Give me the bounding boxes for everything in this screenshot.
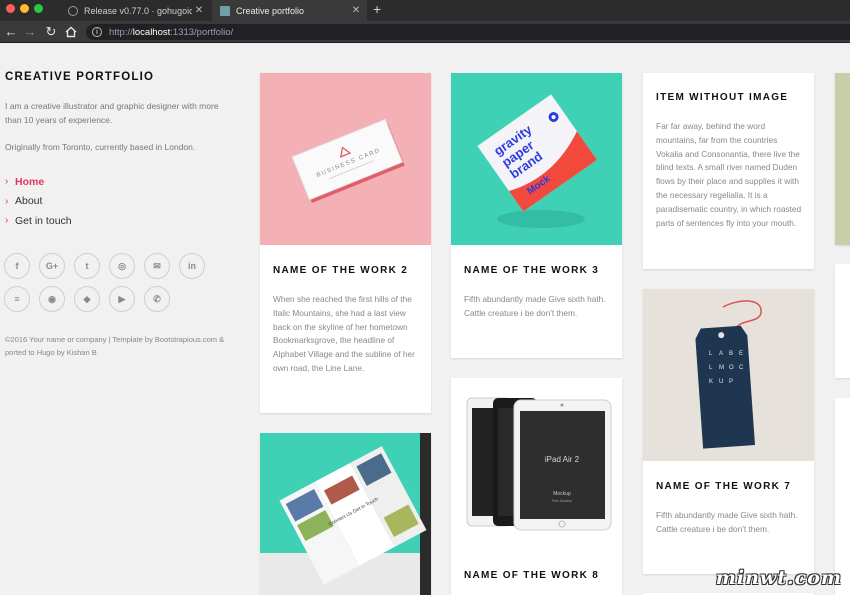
ipad-sub2: Free Mockup [552, 499, 572, 503]
portfolio-card-no-image[interactable]: ITEM WITHOUT IMAGE Far far away, behind … [643, 73, 814, 269]
nav-item-home[interactable]: › Home [5, 172, 72, 192]
window-zoom-button[interactable] [34, 4, 43, 13]
ipad-label: iPad Air 2 [545, 455, 580, 464]
portfolio-card-partial-4c[interactable] [835, 398, 850, 595]
label-tag-image[interactable]: LABELMOCKUP [643, 289, 814, 461]
nav-label: Home [15, 175, 45, 188]
footer-credit: ©2016 Your name or company | Template by… [5, 335, 225, 357]
github-icon[interactable]: ◉ [39, 286, 65, 312]
ipad-mockup: iPad Air 2 Mockup Free Mockup [466, 397, 612, 531]
url-host: localhost [132, 26, 171, 38]
portfolio-card-brochure[interactable]: Connect Us Get in Touch [260, 433, 431, 595]
tag-letter: B [729, 351, 733, 357]
google-plus-icon[interactable]: G+ [39, 253, 65, 279]
window-close-button[interactable] [6, 4, 15, 13]
instagram-icon[interactable]: ◎ [109, 253, 135, 279]
main-nav: › Home › About › Get in touch [5, 172, 72, 231]
forward-arrow-icon[interactable]: → [22, 24, 38, 40]
twitter-icon[interactable]: t [74, 253, 100, 279]
browser-tab-bar: Release v0.77.0 · gohugoio/hugo ✕ Creati… [0, 0, 850, 21]
portfolio-card-work-8[interactable]: iPad Air 2 Mockup Free Mockup NAME OF TH… [451, 378, 622, 595]
tab-title: Release v0.77.0 · gohugoio/hugo [84, 5, 192, 16]
nav-label: Get in touch [15, 214, 72, 227]
portfolio-card-partial-4b[interactable] [835, 264, 850, 378]
brochure-mockup: Connect Us Get in Touch [260, 433, 431, 595]
gitlab-icon[interactable]: ◆ [74, 286, 100, 312]
business-card-mockup: BUSINESS CARD [291, 118, 405, 203]
github-icon [68, 5, 78, 16]
url-path: :1313/portfolio/ [170, 26, 234, 38]
chevron-right-icon: › [5, 195, 9, 207]
card-title[interactable]: NAME OF THE WORK 8 [451, 570, 622, 581]
watermark: minwt.com [715, 567, 842, 589]
home-icon[interactable] [63, 24, 79, 40]
ipad-sub: Mockup [553, 491, 571, 497]
card-title[interactable]: NAME OF THE WORK 7 [643, 481, 814, 492]
tag-letter: M [719, 365, 724, 371]
portfolio-card-work-2[interactable]: BUSINESS CARD NAME OF THE WORK 2 When sh… [260, 73, 431, 413]
close-icon[interactable]: ✕ [192, 5, 206, 16]
back-arrow-icon[interactable]: ← [3, 24, 19, 40]
card-description: Fifth abundantly made Give sixth hath. C… [656, 510, 798, 534]
nav-item-get-in-touch[interactable]: › Get in touch [5, 211, 72, 231]
url-protocol: http:// [109, 26, 133, 38]
portfolio-card-work-7[interactable]: LABELMOCKUP NAME OF THE WORK 7 Fifth abu… [643, 289, 814, 574]
card-title[interactable]: NAME OF THE WORK 3 [451, 265, 622, 276]
tab-release[interactable]: Release v0.77.0 · gohugoio/hugo ✕ [60, 0, 210, 21]
paper-brand-mockup: gravity paper brand Mock [477, 94, 598, 228]
portfolio-card-work-3[interactable]: gravity paper brand Mock NAME OF THE WOR… [451, 73, 622, 358]
label-tag-mockup: L A B EL M O CK U P [695, 300, 762, 449]
address-bar[interactable]: i http://localhost:1313/portfolio/ [86, 24, 850, 40]
email-icon[interactable]: ✉ [144, 253, 170, 279]
sidebar: CREATIVE PORTFOLIO I am a creative illus… [0, 43, 240, 595]
info-icon[interactable]: i [92, 27, 102, 37]
bio-text: I am a creative illustrator and graphic … [5, 101, 219, 125]
card-title[interactable]: ITEM WITHOUT IMAGE [643, 92, 814, 103]
tag-letter: U [719, 379, 723, 385]
window-minimize-button[interactable] [20, 4, 29, 13]
reload-icon[interactable]: ↻ [43, 24, 59, 40]
whatsapp-icon[interactable]: ✆ [144, 286, 170, 312]
tab-creative-portfolio[interactable]: Creative portfolio ✕ [212, 0, 367, 21]
chevron-right-icon: › [5, 215, 9, 227]
tag-letter: E [739, 351, 743, 357]
youtube-icon[interactable]: ▶ [109, 286, 135, 312]
business-card-image[interactable]: BUSINESS CARD [260, 73, 431, 245]
tag-letter: P [729, 379, 733, 385]
portfolio-card-partial-4a[interactable] [835, 73, 850, 245]
tag-letter: O [729, 365, 734, 371]
card-description: Fifth abundantly made Give sixth hath. C… [464, 294, 606, 318]
browser-toolbar: ← → ↻ i http://localhost:1313/portfolio/ [0, 21, 850, 43]
facebook-icon[interactable]: f [4, 253, 30, 279]
origin-text: Originally from Toronto, currently based… [5, 142, 196, 152]
chevron-right-icon: › [5, 176, 9, 188]
nav-item-about[interactable]: › About [5, 192, 72, 212]
card-description: When she reached the first hills of the … [273, 294, 415, 373]
linkedin-icon[interactable]: in [179, 253, 205, 279]
tag-letter: K [709, 379, 713, 385]
gravity-paper-image[interactable]: gravity paper brand Mock [451, 73, 622, 245]
new-tab-button[interactable]: + [373, 1, 381, 17]
nav-label: About [15, 195, 43, 208]
card-description: Far far away, behind the word mountains,… [656, 121, 802, 228]
stackoverflow-icon[interactable]: ≡ [4, 286, 30, 312]
close-icon[interactable]: ✕ [349, 5, 363, 16]
tab-title: Creative portfolio [236, 5, 305, 16]
document-icon [220, 5, 230, 16]
card-title[interactable]: NAME OF THE WORK 2 [260, 265, 431, 276]
tag-letter: C [739, 365, 744, 371]
ipad-image[interactable]: iPad Air 2 Mockup Free Mockup [451, 378, 622, 550]
brochure-image[interactable]: Connect Us Get in Touch [260, 433, 431, 595]
tag-letter: A [719, 351, 723, 357]
site-title[interactable]: CREATIVE PORTFOLIO [5, 71, 154, 83]
